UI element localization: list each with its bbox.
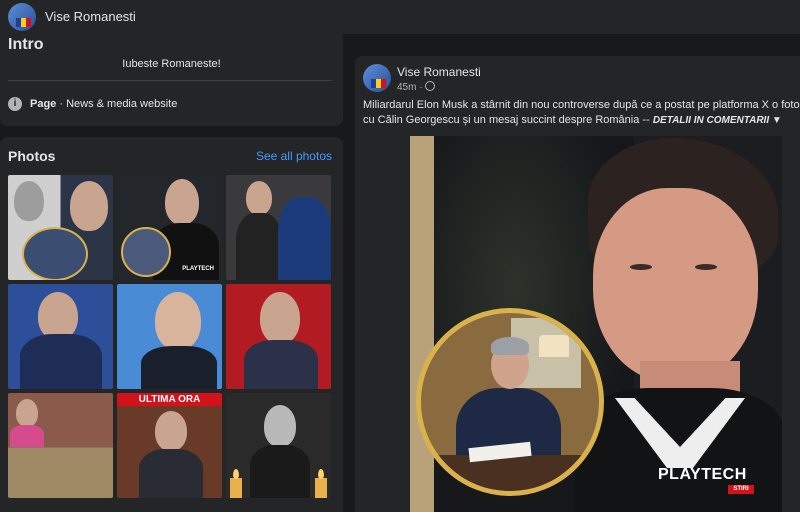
post-image[interactable]: PLAYTECH STIRI bbox=[410, 136, 782, 512]
photo-face bbox=[264, 405, 296, 447]
post-text-line-2-content: cu Călin Georgescu și un mesaj succint d… bbox=[363, 114, 650, 126]
post-text-line-2: cu Călin Georgescu și un mesaj succint d… bbox=[363, 113, 800, 128]
intro-bio: Iubeste Romaneste! bbox=[122, 58, 221, 70]
flame-icon bbox=[318, 469, 324, 479]
candle-icon bbox=[315, 478, 327, 498]
page-label: Page bbox=[30, 98, 57, 110]
photo-suit bbox=[244, 340, 318, 389]
photo-suit bbox=[20, 334, 102, 389]
photo-face bbox=[14, 181, 44, 221]
intro-heading: Intro bbox=[8, 36, 44, 53]
photo-ultima-ora[interactable]: ULTIMA ORA bbox=[117, 393, 222, 498]
page-header-bar: Vise Romanesti bbox=[0, 0, 800, 34]
inset-photo-ring bbox=[416, 308, 604, 496]
photo-police-uniform bbox=[278, 197, 331, 280]
flag-stripe-red bbox=[26, 18, 31, 27]
page-category: Page · News & media website bbox=[30, 98, 177, 110]
globe-icon bbox=[424, 81, 435, 91]
photo-politician-red-background[interactable] bbox=[226, 284, 331, 389]
inset-hair bbox=[491, 337, 529, 355]
lamp-icon bbox=[539, 335, 569, 357]
details-in-comments-link[interactable]: DETALII IN COMENTARII ▼ bbox=[653, 115, 782, 126]
photo-politician-microphone[interactable] bbox=[8, 284, 113, 389]
photo-face bbox=[246, 181, 272, 215]
post-card: Vise Romanesti 45m · Miliardarul Elon Mu… bbox=[355, 56, 800, 512]
photo-face bbox=[38, 292, 78, 340]
divider bbox=[8, 80, 332, 81]
photo-face bbox=[260, 292, 300, 344]
playtech-logo-sub: STIRI bbox=[728, 485, 754, 494]
photo-logo: PLAYTECH bbox=[182, 266, 214, 272]
photo-constitutional-court[interactable] bbox=[8, 393, 113, 498]
photo-face bbox=[155, 411, 187, 451]
photo-politician-speaking[interactable] bbox=[117, 284, 222, 389]
post-time: 45m · bbox=[397, 82, 423, 93]
info-icon: i bbox=[8, 97, 22, 111]
photos-grid: PLAYTECH ULTIMA ORA bbox=[8, 175, 332, 498]
photo-police-crowd[interactable] bbox=[226, 175, 331, 280]
see-all-photos-link[interactable]: See all photos bbox=[256, 149, 332, 163]
photo-face bbox=[16, 399, 38, 427]
post-author-name[interactable]: Vise Romanesti bbox=[397, 65, 481, 79]
photo-suit bbox=[236, 213, 282, 280]
portrait-eye bbox=[695, 264, 717, 270]
page-category-text: · News & media website bbox=[59, 98, 178, 110]
playtech-logo: PLAYTECH bbox=[658, 466, 747, 483]
post-author-avatar[interactable] bbox=[363, 64, 391, 92]
inset-desk bbox=[421, 455, 599, 491]
post-text-line-1: Miliardarul Elon Musk a stârnit din nou … bbox=[363, 99, 800, 111]
photo-inset-ring bbox=[22, 227, 88, 280]
post-text: Miliardarul Elon Musk a stârnit din nou … bbox=[363, 98, 800, 130]
post-timestamp[interactable]: 45m · bbox=[397, 81, 435, 93]
photos-card: Photos See all photos PLAYTECH ULTIMA OR… bbox=[0, 137, 343, 512]
photo-suit bbox=[139, 449, 203, 498]
flame-icon bbox=[233, 469, 239, 479]
flag-stripe-red bbox=[381, 79, 386, 88]
portrait-eye bbox=[630, 264, 652, 270]
photo-elon-musk-portrait[interactable] bbox=[8, 175, 113, 280]
photo-face bbox=[70, 181, 108, 231]
photo-suit bbox=[10, 425, 44, 447]
page-avatar[interactable] bbox=[8, 3, 36, 31]
feed-column: Vise Romanesti 45m · Miliardarul Elon Mu… bbox=[343, 34, 800, 512]
photo-inset-ring bbox=[121, 227, 171, 277]
photo-face bbox=[165, 179, 199, 225]
photo-elon-musk-office[interactable]: PLAYTECH bbox=[117, 175, 222, 280]
page-name[interactable]: Vise Romanesti bbox=[45, 9, 136, 24]
photo-suit bbox=[141, 346, 217, 389]
photos-heading: Photos bbox=[8, 148, 56, 164]
ultima-ora-banner: ULTIMA ORA bbox=[117, 393, 222, 406]
photo-suit bbox=[250, 445, 310, 498]
intro-card: Intro Iubeste Romaneste! i Page · News &… bbox=[0, 34, 343, 126]
photo-memorial-candles[interactable] bbox=[226, 393, 331, 498]
portrait-face bbox=[593, 188, 758, 383]
candle-icon bbox=[230, 478, 242, 498]
photo-face bbox=[155, 292, 201, 350]
